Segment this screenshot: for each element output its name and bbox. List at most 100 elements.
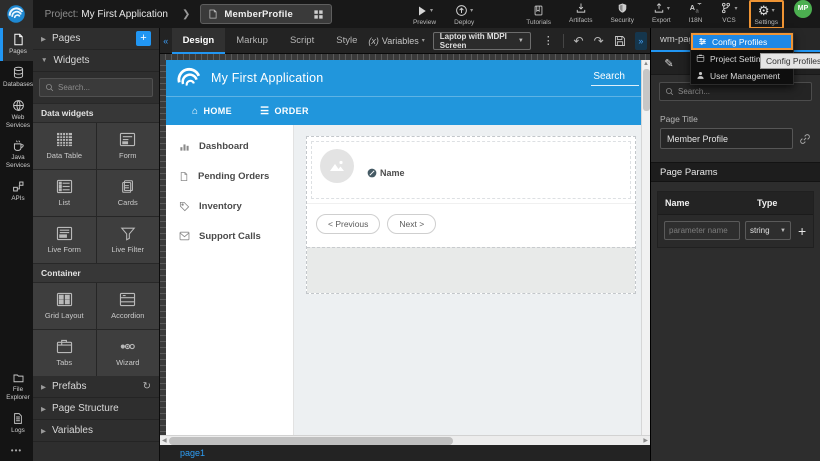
menu-item-inventory[interactable]: Inventory: [166, 191, 293, 221]
vcs-button[interactable]: ▾ VCS: [720, 2, 737, 24]
next-button[interactable]: Next >: [387, 214, 436, 234]
envelope-icon: [179, 231, 190, 241]
app-content-area: Name < Previous Next >: [294, 125, 641, 435]
variables-section-header[interactable]: ▶ Variables: [33, 420, 159, 442]
globe-icon: [12, 99, 25, 112]
sidebar-item-databases[interactable]: Databases: [0, 61, 33, 94]
widget-live-filter[interactable]: Live Filter: [97, 217, 160, 263]
more-options-icon[interactable]: •••: [0, 440, 33, 461]
member-list-widget[interactable]: Name < Previous Next >: [306, 136, 636, 294]
i18n-button[interactable]: A a I18N: [689, 2, 703, 24]
menu-item-support-calls[interactable]: Support Calls: [166, 221, 293, 251]
page-tab-label: MemberProfile: [224, 9, 307, 20]
artifacts-button[interactable]: Artifacts: [569, 2, 592, 24]
add-param-button[interactable]: +: [796, 223, 808, 239]
bind-link-icon[interactable]: [799, 133, 811, 145]
expand-right-panel-icon[interactable]: »: [635, 32, 647, 50]
tab-markup[interactable]: Markup: [225, 28, 279, 54]
undo-button[interactable]: ↶: [569, 34, 589, 48]
page-structure-label: Page Structure: [52, 403, 119, 414]
tab-style[interactable]: Style: [325, 28, 368, 54]
settings-button[interactable]: ⚙ ▾ Settings: [755, 4, 779, 26]
save-button[interactable]: [609, 35, 631, 47]
open-page-tab[interactable]: MemberProfile: [200, 4, 332, 24]
chevron-down-icon: ▼: [518, 38, 524, 44]
horizontal-scroll-thumb[interactable]: [169, 437, 453, 445]
redo-button[interactable]: ↷: [589, 34, 609, 48]
export-button[interactable]: ▾ Export: [652, 2, 671, 24]
cards-icon: [120, 179, 136, 194]
param-name-input[interactable]: [664, 221, 740, 240]
app-side-menu: Dashboard Pending Orders: [166, 125, 294, 435]
grid-view-icon[interactable]: [313, 9, 324, 20]
caret-down-icon: ▼: [41, 57, 47, 64]
variables-button[interactable]: (x) Variables ▾: [368, 36, 424, 46]
wavemaker-logo[interactable]: [0, 0, 33, 28]
security-button[interactable]: Security: [610, 2, 633, 24]
tab-design[interactable]: Design: [172, 28, 226, 54]
canvas-horizontal-scrollbar[interactable]: ◀ ▶: [160, 435, 650, 445]
canvas-vertical-scrollbar[interactable]: ▲: [641, 60, 650, 435]
add-page-button[interactable]: +: [136, 31, 151, 46]
menu-item-config-profiles[interactable]: Config Profiles: [691, 33, 793, 50]
page-structure-section-header[interactable]: ▶ Page Structure: [33, 398, 159, 420]
pages-section-header[interactable]: ▶ Pages +: [33, 28, 159, 50]
edit-pencil-icon[interactable]: ✎: [651, 57, 687, 70]
widget-accordion[interactable]: Accordion: [97, 283, 160, 329]
widgets-section-header[interactable]: ▼ Widgets: [33, 50, 159, 72]
scroll-left-arrow-icon[interactable]: ◀: [160, 437, 169, 444]
app-header: My First Application Search: [166, 60, 641, 96]
list-item[interactable]: Name: [311, 141, 631, 199]
refresh-icon[interactable]: ↻: [143, 381, 151, 392]
sidebar-item-apis[interactable]: APIs: [0, 175, 33, 208]
scroll-right-arrow-icon[interactable]: ▶: [641, 437, 650, 444]
user-avatar[interactable]: MP: [794, 0, 812, 18]
nav-item-order[interactable]: ☰ ORDER: [260, 106, 309, 117]
svg-text:a: a: [696, 8, 700, 14]
param-type-select[interactable]: string ▼: [745, 221, 791, 240]
menu-item-pending-orders[interactable]: Pending Orders: [166, 161, 293, 191]
widget-search-input[interactable]: [58, 83, 147, 92]
properties-search-input[interactable]: [678, 87, 806, 96]
widget-tabs[interactable]: Tabs: [33, 330, 96, 376]
vertical-scroll-thumb[interactable]: [643, 69, 650, 111]
more-options-kebab-icon[interactable]: ⋮: [539, 34, 558, 47]
page-title-input[interactable]: [660, 128, 793, 149]
menu-item-user-management[interactable]: User Management: [691, 67, 793, 84]
i18n-translate-icon: A a: [689, 2, 702, 14]
name-field[interactable]: Name: [367, 149, 405, 191]
preview-button[interactable]: ▾ Preview: [413, 4, 436, 26]
sidebar-item-file-explorer[interactable]: File Explorer: [0, 367, 33, 407]
user-icon: [696, 71, 705, 80]
widget-wizard[interactable]: Wizard: [97, 330, 160, 376]
prefabs-section-header[interactable]: ▶ Prefabs ↻: [33, 376, 159, 398]
app-search-link[interactable]: Search: [591, 71, 639, 86]
status-page-tab[interactable]: page1: [180, 448, 205, 458]
chevron-down-icon: ▾: [667, 5, 670, 12]
live-filter-funnel-icon: [120, 226, 136, 241]
sidebar-item-logs[interactable]: Logs: [0, 407, 33, 440]
widgets-section-label: Widgets: [53, 55, 89, 66]
tutorials-button[interactable]: Tutorials: [526, 4, 551, 26]
scroll-up-arrow-icon[interactable]: ▲: [643, 60, 649, 68]
device-selector[interactable]: Laptop with MDPI Screen ▼: [433, 32, 531, 50]
tab-script[interactable]: Script: [279, 28, 325, 54]
widget-data-table[interactable]: Data Table: [33, 123, 96, 169]
widgets-panel: ▶ Pages + ▼ Widgets Data widgets: [33, 28, 160, 461]
widget-cards[interactable]: Cards: [97, 170, 160, 216]
sidebar-item-pages[interactable]: Pages: [0, 28, 33, 61]
widget-grid-layout[interactable]: Grid Layout: [33, 283, 96, 329]
widget-form[interactable]: Form: [97, 123, 160, 169]
export-upload-icon: [653, 2, 665, 14]
deploy-button[interactable]: ▾ Deploy: [454, 4, 474, 26]
previous-button[interactable]: < Previous: [316, 214, 380, 234]
widget-live-form[interactable]: Live Form: [33, 217, 96, 263]
widget-list[interactable]: List: [33, 170, 96, 216]
container-category: Container: [33, 263, 159, 283]
menu-item-dashboard[interactable]: Dashboard: [166, 131, 293, 161]
sidebar-item-web-services[interactable]: Web Services: [0, 94, 33, 135]
deploy-icon: [455, 4, 468, 17]
collapse-left-panel-icon[interactable]: «: [160, 36, 172, 46]
sidebar-item-java-services[interactable]: Java Services: [0, 134, 33, 175]
nav-item-home[interactable]: ⌂ HOME: [192, 106, 232, 117]
